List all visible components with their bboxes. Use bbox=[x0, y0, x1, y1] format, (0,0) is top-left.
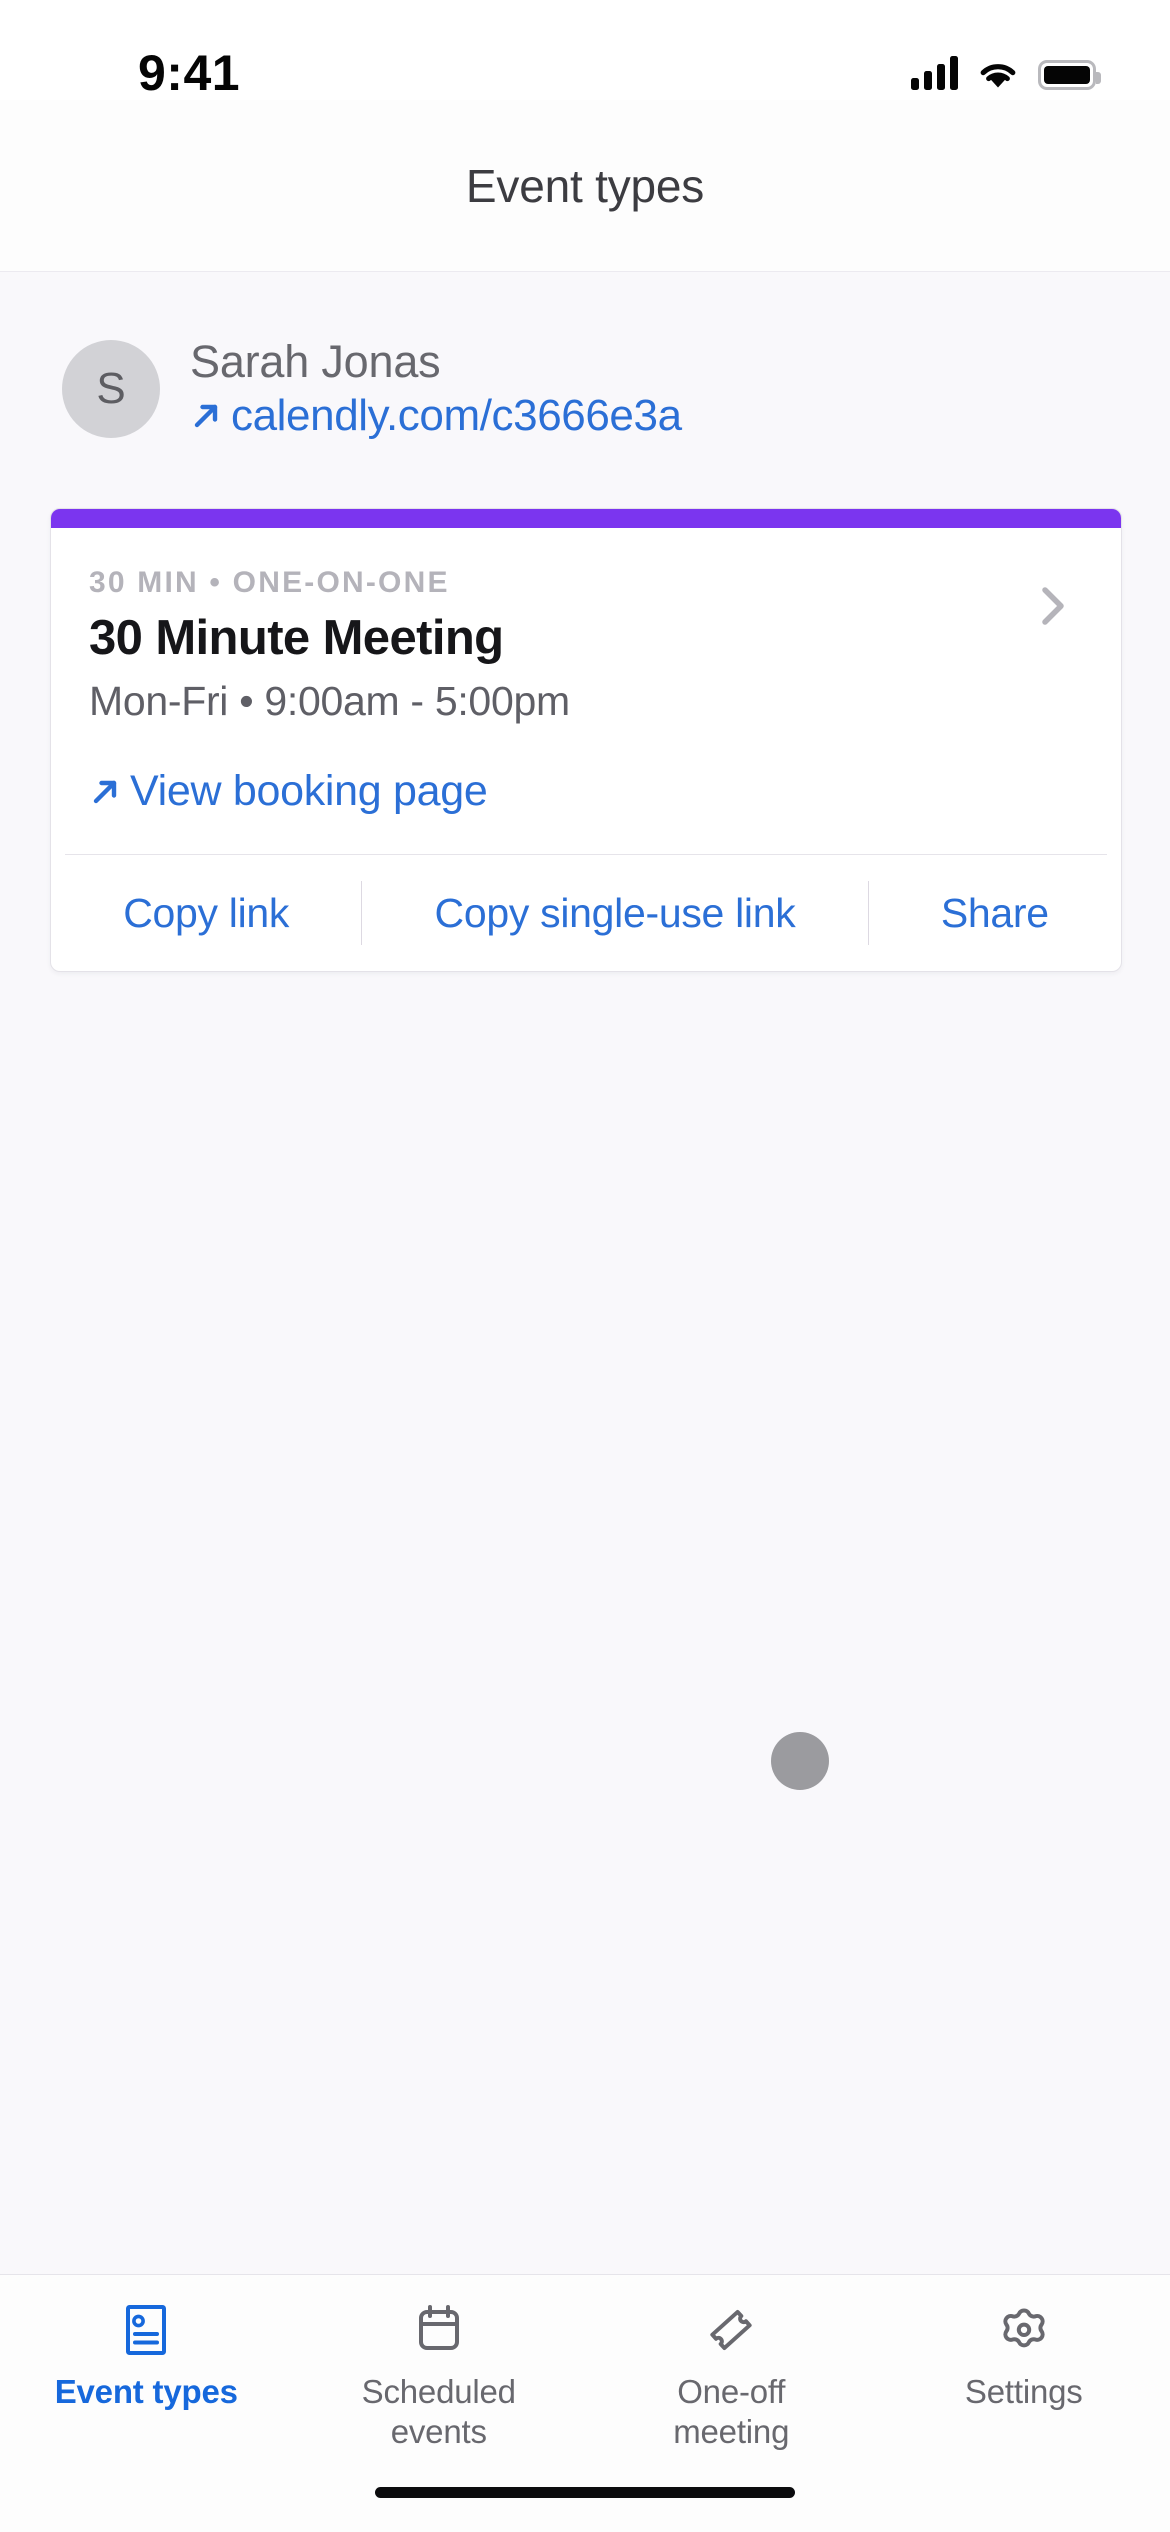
status-bar-icons bbox=[911, 48, 1101, 90]
wifi-icon bbox=[980, 64, 1016, 88]
tab-one-off-meeting[interactable]: One-off meeting bbox=[585, 2301, 878, 2453]
status-bar: 9:41 bbox=[0, 0, 1170, 101]
status-bar-time: 9:41 bbox=[138, 45, 241, 101]
avatar-initial: S bbox=[96, 363, 126, 413]
event-card-actions: Copy link Copy single-use link Share bbox=[51, 855, 1121, 971]
home-indicator bbox=[375, 2487, 795, 2498]
profile-text: Sarah Jonas calendly.com/c3666e3a bbox=[190, 335, 682, 442]
content-area: S Sarah Jonas calendly.com/c3666e3a 30 M… bbox=[0, 273, 1170, 2274]
chevron-right-icon[interactable] bbox=[1025, 578, 1081, 634]
calendar-icon bbox=[418, 2305, 459, 2350]
tab-event-types[interactable]: Event types bbox=[0, 2301, 293, 2412]
profile-name: Sarah Jonas bbox=[190, 336, 441, 387]
tab-scheduled-events[interactable]: Scheduled events bbox=[293, 2301, 586, 2453]
tab-label-settings: Settings bbox=[964, 2373, 1083, 2410]
page-title: Event types bbox=[465, 159, 705, 212]
ticket-icon bbox=[710, 2309, 752, 2351]
tab-label-one-off-meeting: One-off meeting bbox=[673, 2373, 790, 2451]
nav-header: Event types bbox=[0, 100, 1170, 272]
avatar: S bbox=[62, 339, 160, 438]
event-card-accent-bar bbox=[51, 509, 1121, 528]
event-type-card[interactable]: 30 MIN • ONE-ON-ONE 30 Minute Meeting Mo… bbox=[50, 508, 1122, 972]
profile-row[interactable]: S Sarah Jonas calendly.com/c3666e3a bbox=[62, 335, 682, 442]
view-booking-page-label: View booking page bbox=[130, 767, 488, 815]
copy-link-button[interactable]: Copy link bbox=[51, 855, 361, 971]
gear-icon bbox=[1003, 2308, 1045, 2348]
event-card-schedule: Mon-Fri • 9:00am - 5:00pm bbox=[89, 678, 570, 724]
event-card-body: 30 MIN • ONE-ON-ONE 30 Minute Meeting Mo… bbox=[51, 528, 1121, 855]
external-link-arrow-icon bbox=[93, 780, 117, 803]
tab-label-event-types: Event types bbox=[54, 2373, 238, 2410]
battery-full-icon bbox=[1038, 60, 1101, 90]
share-button[interactable]: Share bbox=[869, 855, 1121, 971]
event-card-title: 30 Minute Meeting bbox=[89, 611, 504, 665]
contact-card-icon bbox=[126, 2305, 167, 2355]
tab-label-scheduled-events: Scheduled events bbox=[361, 2373, 516, 2451]
profile-link-row[interactable]: calendly.com/c3666e3a bbox=[190, 390, 682, 442]
profile-calendly-link[interactable]: calendly.com/c3666e3a bbox=[231, 390, 682, 442]
copy-single-use-link-button[interactable]: Copy single-use link bbox=[362, 855, 867, 971]
tab-settings[interactable]: Settings bbox=[878, 2301, 1170, 2412]
card-divider bbox=[65, 854, 1107, 855]
touch-cursor-indicator bbox=[771, 1732, 829, 1790]
app-screen: 9:41 Event types S Sarah Jonas calendly.… bbox=[0, 0, 1170, 2532]
external-link-arrow-icon bbox=[194, 404, 218, 428]
signal-bars-icon bbox=[911, 56, 958, 90]
view-booking-page-link[interactable]: View booking page bbox=[89, 767, 1083, 854]
event-card-meta: 30 MIN • ONE-ON-ONE bbox=[89, 566, 450, 599]
